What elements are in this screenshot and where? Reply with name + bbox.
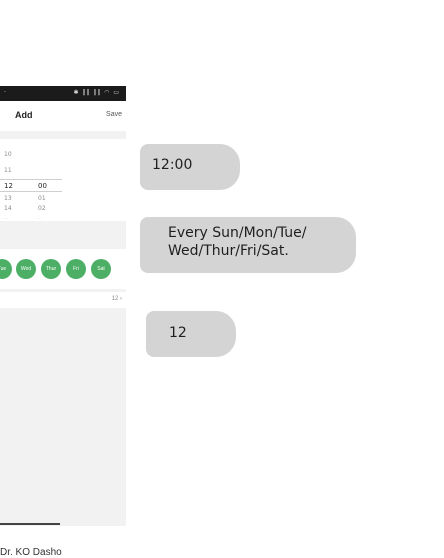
chevron-right-icon: ›	[120, 296, 122, 302]
hour-option[interactable]: 10	[4, 151, 12, 159]
day-chip-thur[interactable]: Thur	[41, 259, 61, 279]
selected-hour[interactable]: 12	[4, 182, 13, 190]
home-indicator	[0, 523, 60, 525]
phone-screenshot: · ✱ ‖‖ ‖‖ ◠ ▭ Add Save 10 11 12 00 13 01…	[0, 86, 126, 526]
empty-list-area	[0, 312, 126, 524]
selected-minute[interactable]: 00	[38, 182, 47, 190]
save-button[interactable]: Save	[106, 111, 122, 118]
repeat-count-row[interactable]: 12 ›	[0, 292, 126, 308]
caption-text: Dr. KO Dasho	[0, 547, 62, 558]
minute-option[interactable]: 02	[38, 205, 46, 213]
nav-bar: Add Save	[0, 101, 126, 131]
day-chip-tue[interactable]: Tue	[0, 259, 12, 279]
hour-option[interactable]: 11	[4, 167, 12, 175]
status-dot: ·	[4, 89, 6, 96]
day-chip-wed[interactable]: Wed	[16, 259, 36, 279]
picker-selection-line	[0, 179, 62, 180]
annotation-time-bubble: 12:00	[140, 144, 240, 190]
hour-option[interactable]: 14	[4, 205, 12, 213]
day-chip-fri[interactable]: Fri	[66, 259, 86, 279]
picker-selection-line	[0, 191, 62, 192]
repeat-count-value: 12 ›	[112, 296, 122, 302]
page-title: Add	[15, 110, 33, 120]
repeat-days-row: Tue Wed Thur Fri Sat	[0, 249, 126, 289]
annotation-count-bubble: 12	[146, 311, 236, 357]
hour-option[interactable]: ...	[4, 214, 8, 222]
minute-option[interactable]: ...	[38, 214, 42, 222]
time-picker[interactable]: 10 11 12 00 13 01 14 02 ... ...	[0, 139, 126, 221]
status-bar: · ✱ ‖‖ ‖‖ ◠ ▭	[0, 86, 126, 101]
day-chip-sat[interactable]: Sat	[91, 259, 111, 279]
annotation-repeat-bubble: Every Sun/Mon/Tue/ Wed/Thur/Fri/Sat.	[140, 217, 356, 273]
repeat-count-number: 12	[111, 296, 119, 302]
minute-option[interactable]: 01	[38, 195, 46, 203]
hour-option[interactable]: 13	[4, 195, 12, 203]
status-icons: ✱ ‖‖ ‖‖ ◠ ▭	[73, 89, 120, 96]
